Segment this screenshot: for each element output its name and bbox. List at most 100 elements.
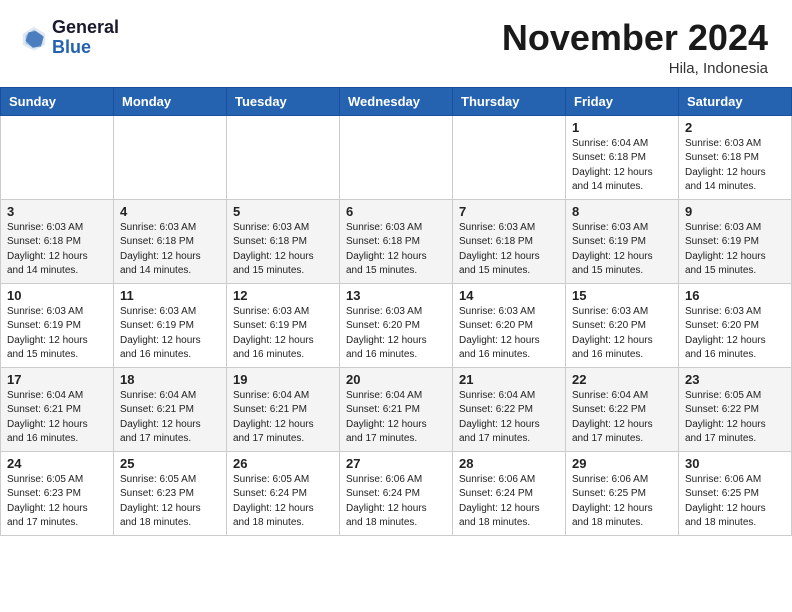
day-number: 5: [233, 204, 333, 219]
day-number: 12: [233, 288, 333, 303]
day-number: 15: [572, 288, 672, 303]
calendar-cell: [114, 115, 227, 199]
day-number: 8: [572, 204, 672, 219]
day-number: 6: [346, 204, 446, 219]
day-info: Sunrise: 6:03 AM Sunset: 6:19 PM Dayligh…: [120, 305, 220, 363]
calendar-cell: 30 Sunrise: 6:06 AM Sunset: 6:25 PM Dayli…: [679, 451, 792, 535]
page-header: General Blue November 2024 Hila, Indones…: [0, 0, 792, 87]
day-number: 25: [120, 456, 220, 471]
day-number: 1: [572, 120, 672, 135]
day-number: 17: [7, 372, 107, 387]
day-info: Sunrise: 6:05 AM Sunset: 6:24 PM Dayligh…: [233, 473, 333, 531]
calendar-cell: 24 Sunrise: 6:05 AM Sunset: 6:23 PM Dayli…: [1, 451, 114, 535]
day-info: Sunrise: 6:06 AM Sunset: 6:25 PM Dayligh…: [685, 473, 785, 531]
day-number: 30: [685, 456, 785, 471]
weekday-header-sunday: Sunday: [1, 87, 114, 115]
day-info: Sunrise: 6:04 AM Sunset: 6:21 PM Dayligh…: [233, 389, 333, 447]
calendar-table: SundayMondayTuesdayWednesdayThursdayFrid…: [0, 87, 792, 536]
day-info: Sunrise: 6:06 AM Sunset: 6:25 PM Dayligh…: [572, 473, 672, 531]
calendar-row-2: 10 Sunrise: 6:03 AM Sunset: 6:19 PM Dayli…: [1, 283, 792, 367]
calendar-cell: [340, 115, 453, 199]
calendar-cell: 2 Sunrise: 6:03 AM Sunset: 6:18 PM Daylig…: [679, 115, 792, 199]
logo: General Blue: [20, 18, 119, 58]
calendar-cell: 19 Sunrise: 6:04 AM Sunset: 6:21 PM Dayli…: [227, 367, 340, 451]
calendar-cell: 28 Sunrise: 6:06 AM Sunset: 6:24 PM Dayli…: [453, 451, 566, 535]
day-number: 22: [572, 372, 672, 387]
calendar-cell: [1, 115, 114, 199]
day-info: Sunrise: 6:04 AM Sunset: 6:21 PM Dayligh…: [346, 389, 446, 447]
day-number: 18: [120, 372, 220, 387]
day-info: Sunrise: 6:03 AM Sunset: 6:20 PM Dayligh…: [346, 305, 446, 363]
logo-text: General Blue: [52, 18, 119, 58]
day-number: 7: [459, 204, 559, 219]
day-info: Sunrise: 6:04 AM Sunset: 6:22 PM Dayligh…: [572, 389, 672, 447]
calendar-row-1: 3 Sunrise: 6:03 AM Sunset: 6:18 PM Daylig…: [1, 199, 792, 283]
day-info: Sunrise: 6:03 AM Sunset: 6:20 PM Dayligh…: [459, 305, 559, 363]
day-info: Sunrise: 6:03 AM Sunset: 6:20 PM Dayligh…: [572, 305, 672, 363]
weekday-header-row: SundayMondayTuesdayWednesdayThursdayFrid…: [1, 87, 792, 115]
day-number: 21: [459, 372, 559, 387]
day-number: 4: [120, 204, 220, 219]
day-info: Sunrise: 6:04 AM Sunset: 6:22 PM Dayligh…: [459, 389, 559, 447]
day-number: 20: [346, 372, 446, 387]
calendar-cell: 16Sunrise: 6:03 AM Sunset: 6:20 PM Dayli…: [679, 283, 792, 367]
calendar-cell: 4 Sunrise: 6:03 AM Sunset: 6:18 PM Daylig…: [114, 199, 227, 283]
calendar-cell: 11 Sunrise: 6:03 AM Sunset: 6:19 PM Dayli…: [114, 283, 227, 367]
calendar-cell: 29 Sunrise: 6:06 AM Sunset: 6:25 PM Dayli…: [566, 451, 679, 535]
month-title: November 2024: [502, 18, 768, 58]
calendar-cell: 26 Sunrise: 6:05 AM Sunset: 6:24 PM Dayli…: [227, 451, 340, 535]
day-info: Sunrise: 6:04 AM Sunset: 6:18 PM Dayligh…: [572, 137, 672, 195]
calendar-cell: 13Sunrise: 6:03 AM Sunset: 6:20 PM Dayli…: [340, 283, 453, 367]
weekday-header-thursday: Thursday: [453, 87, 566, 115]
calendar-cell: 22 Sunrise: 6:04 AM Sunset: 6:22 PM Dayli…: [566, 367, 679, 451]
calendar-cell: 18Sunrise: 6:04 AM Sunset: 6:21 PM Dayli…: [114, 367, 227, 451]
day-number: 2: [685, 120, 785, 135]
day-info: Sunrise: 6:03 AM Sunset: 6:18 PM Dayligh…: [685, 137, 785, 195]
day-info: Sunrise: 6:05 AM Sunset: 6:23 PM Dayligh…: [120, 473, 220, 531]
day-number: 27: [346, 456, 446, 471]
calendar-cell: 23Sunrise: 6:05 AM Sunset: 6:22 PM Dayli…: [679, 367, 792, 451]
calendar-cell: 25 Sunrise: 6:05 AM Sunset: 6:23 PM Dayli…: [114, 451, 227, 535]
calendar-cell: 6 Sunrise: 6:03 AM Sunset: 6:18 PM Daylig…: [340, 199, 453, 283]
calendar-cell: 5 Sunrise: 6:03 AM Sunset: 6:18 PM Daylig…: [227, 199, 340, 283]
calendar-row-3: 17 Sunrise: 6:04 AM Sunset: 6:21 PM Dayli…: [1, 367, 792, 451]
day-info: Sunrise: 6:03 AM Sunset: 6:19 PM Dayligh…: [7, 305, 107, 363]
day-number: 3: [7, 204, 107, 219]
day-number: 14: [459, 288, 559, 303]
weekday-header-friday: Friday: [566, 87, 679, 115]
calendar-cell: [227, 115, 340, 199]
calendar-cell: 27 Sunrise: 6:06 AM Sunset: 6:24 PM Dayli…: [340, 451, 453, 535]
day-number: 28: [459, 456, 559, 471]
day-info: Sunrise: 6:03 AM Sunset: 6:19 PM Dayligh…: [233, 305, 333, 363]
day-number: 16: [685, 288, 785, 303]
day-number: 11: [120, 288, 220, 303]
day-number: 10: [7, 288, 107, 303]
weekday-header-monday: Monday: [114, 87, 227, 115]
day-info: Sunrise: 6:03 AM Sunset: 6:18 PM Dayligh…: [346, 221, 446, 279]
calendar-cell: 17 Sunrise: 6:04 AM Sunset: 6:21 PM Dayli…: [1, 367, 114, 451]
location: Hila, Indonesia: [502, 60, 768, 77]
day-number: 29: [572, 456, 672, 471]
calendar-cell: 3 Sunrise: 6:03 AM Sunset: 6:18 PM Daylig…: [1, 199, 114, 283]
day-info: Sunrise: 6:03 AM Sunset: 6:18 PM Dayligh…: [233, 221, 333, 279]
day-info: Sunrise: 6:05 AM Sunset: 6:23 PM Dayligh…: [7, 473, 107, 531]
calendar-cell: 12 Sunrise: 6:03 AM Sunset: 6:19 PM Dayli…: [227, 283, 340, 367]
day-info: Sunrise: 6:06 AM Sunset: 6:24 PM Dayligh…: [346, 473, 446, 531]
weekday-header-wednesday: Wednesday: [340, 87, 453, 115]
day-info: Sunrise: 6:06 AM Sunset: 6:24 PM Dayligh…: [459, 473, 559, 531]
calendar-cell: 1 Sunrise: 6:04 AM Sunset: 6:18 PM Daylig…: [566, 115, 679, 199]
day-number: 9: [685, 204, 785, 219]
calendar-cell: 7 Sunrise: 6:03 AM Sunset: 6:18 PM Daylig…: [453, 199, 566, 283]
weekday-header-saturday: Saturday: [679, 87, 792, 115]
day-info: Sunrise: 6:04 AM Sunset: 6:21 PM Dayligh…: [7, 389, 107, 447]
day-number: 19: [233, 372, 333, 387]
day-number: 26: [233, 456, 333, 471]
day-number: 24: [7, 456, 107, 471]
day-info: Sunrise: 6:03 AM Sunset: 6:19 PM Dayligh…: [572, 221, 672, 279]
calendar-cell: [453, 115, 566, 199]
calendar-cell: 8 Sunrise: 6:03 AM Sunset: 6:19 PM Daylig…: [566, 199, 679, 283]
day-info: Sunrise: 6:03 AM Sunset: 6:18 PM Dayligh…: [120, 221, 220, 279]
day-info: Sunrise: 6:03 AM Sunset: 6:18 PM Dayligh…: [459, 221, 559, 279]
day-info: Sunrise: 6:03 AM Sunset: 6:18 PM Dayligh…: [7, 221, 107, 279]
calendar-cell: 21 Sunrise: 6:04 AM Sunset: 6:22 PM Dayli…: [453, 367, 566, 451]
